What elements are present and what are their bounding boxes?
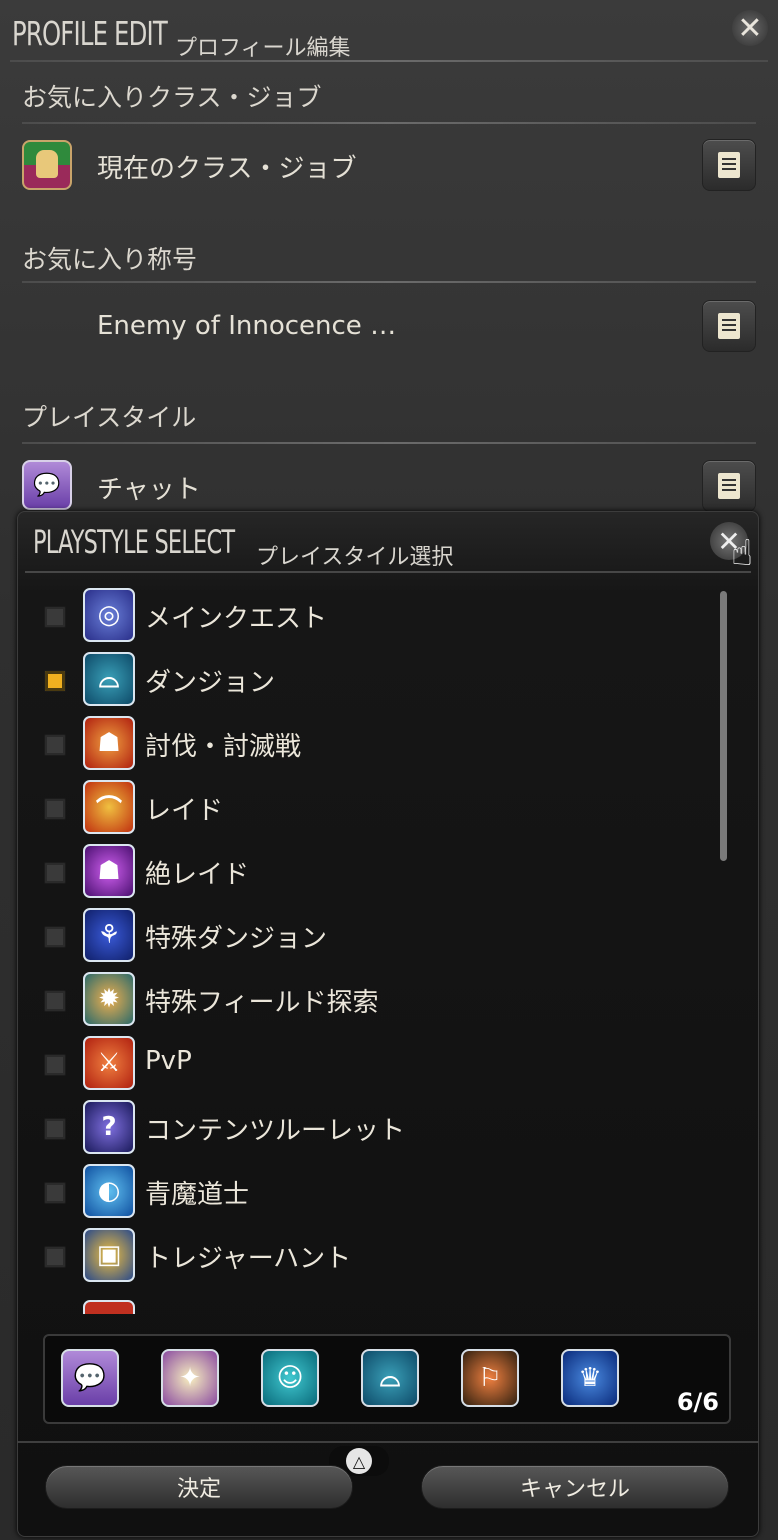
list-item[interactable]: ◎ メインクエスト [17,584,717,648]
list-item[interactable]: ⌓ ダンジョン [17,648,717,712]
list-icon [718,152,740,178]
checkbox[interactable] [44,798,66,820]
playstyle-label: プレイスタイル [22,403,197,432]
favorite-job-value: 現在のクラス・ジョブ [97,154,357,184]
item-label: 特殊ダンジョン [145,924,328,954]
trial-icon: ☗ [83,716,135,770]
playstyle-title-ja: プレイスタイル選択 [256,545,454,570]
divider [22,281,756,283]
roulette-icon: ? [83,1100,135,1154]
profile-title-en: PROFILE EDIT [12,14,168,53]
divider [22,122,756,124]
item-label: コンテンツルーレット [145,1116,406,1146]
list-item[interactable]: ✹ 特殊フィールド探索 [17,968,717,1032]
playstyle-list: ◎ メインクエスト ⌓ ダンジョン ☗ 討伐・討滅戦 ⌒ レイド ☗ 絶レイド … [17,584,733,1314]
cancel-button[interactable]: キャンセル [421,1465,729,1509]
pvp-icon: ⚔ [83,1036,135,1090]
raid-icon: ⌒ [83,780,135,834]
smile-icon[interactable]: ☺ [261,1349,319,1407]
glamour-icon[interactable]: ✦ [161,1349,219,1407]
item-label: ダンジョン [145,668,276,698]
playstyle-value: チャット [97,475,201,505]
checkbox[interactable] [44,734,66,756]
checkbox[interactable] [44,1054,66,1076]
hand-cursor-icon: ☝ [731,533,753,574]
favorite-title-label: お気に入り称号 [22,245,198,274]
profile-close-icon[interactable]: ✕ [732,10,768,46]
item-label: 討伐・討滅戦 [145,732,302,762]
field-exploration-icon: ✹ [83,972,135,1026]
list-item[interactable]: ⚔ PvP [17,1032,717,1096]
selected-count: 6/6 [676,1388,719,1416]
item-label: PvP [145,1046,192,1076]
dungeon-icon: ⌓ [83,652,135,706]
favorite-title-value: Enemy of Innocence … [97,311,397,341]
main-quest-icon: ◎ [83,588,135,642]
item-label: メインクエスト [145,604,328,634]
checkbox[interactable] [44,990,66,1012]
crown-icon[interactable]: ♛ [561,1349,619,1407]
chat-icon: 💬 [22,460,72,510]
playstyle-select-window: PLAYSTYLE SELECT プレイスタイル選択 ✕ ☝ ◎ メインクエスト… [17,511,759,1537]
scrollbar[interactable] [720,591,727,861]
item-label: トレジャーハント [145,1244,352,1274]
profile-title-ja: プロフィール編集 [175,36,351,61]
checkbox[interactable] [44,862,66,884]
list-item[interactable]: ◐ 青魔道士 [17,1160,717,1224]
treasure-hunt-icon: ▣ [83,1228,135,1282]
chat-icon[interactable]: 💬 [61,1349,119,1407]
checkbox[interactable] [44,670,66,692]
divider [25,571,751,573]
favorite-job-list-button[interactable] [702,139,756,191]
item-label: 青魔道士 [145,1180,250,1210]
divider [10,60,768,62]
list-item[interactable]: ☗ 討伐・討滅戦 [17,712,717,776]
dungeon-icon[interactable]: ⌓ [361,1349,419,1407]
playstyle-title-en: PLAYSTYLE SELECT [33,523,235,561]
favorite-job-label: お気に入りクラス・ジョブ [22,83,322,112]
partial-icon [83,1300,135,1314]
ultimate-raid-icon: ☗ [83,844,135,898]
selected-playstyles-tray: 💬 ✦ ☺ ⌓ ⚐ ♛ 6/6 [43,1334,731,1424]
blue-mage-icon: ◐ [83,1164,135,1218]
checkbox[interactable] [44,606,66,628]
group-pose-icon[interactable]: ⚐ [461,1349,519,1407]
confirm-button[interactable]: 決定 [45,1465,353,1509]
deep-dungeon-icon: ⚘ [83,908,135,962]
checkbox[interactable] [44,1118,66,1140]
list-icon [718,473,740,499]
checkbox[interactable] [44,1246,66,1268]
divider [17,1441,759,1443]
current-job-icon [22,140,72,190]
divider [22,442,756,444]
list-icon [718,313,740,339]
item-label: 特殊フィールド探索 [145,988,379,1018]
checkbox[interactable] [44,926,66,948]
playstyle-list-button[interactable] [702,460,756,512]
checkbox[interactable] [44,1182,66,1204]
item-label: レイド [145,796,224,826]
favorite-title-list-button[interactable] [702,300,756,352]
list-item[interactable]: ☗ 絶レイド [17,840,717,904]
list-item[interactable]: ⚘ 特殊ダンジョン [17,904,717,968]
list-item-partial [17,1300,717,1314]
list-item[interactable]: ⌒ レイド [17,776,717,840]
list-item[interactable]: ▣ トレジャーハント [17,1224,717,1288]
item-label: 絶レイド [145,860,250,890]
list-item[interactable]: ? コンテンツルーレット [17,1096,717,1160]
